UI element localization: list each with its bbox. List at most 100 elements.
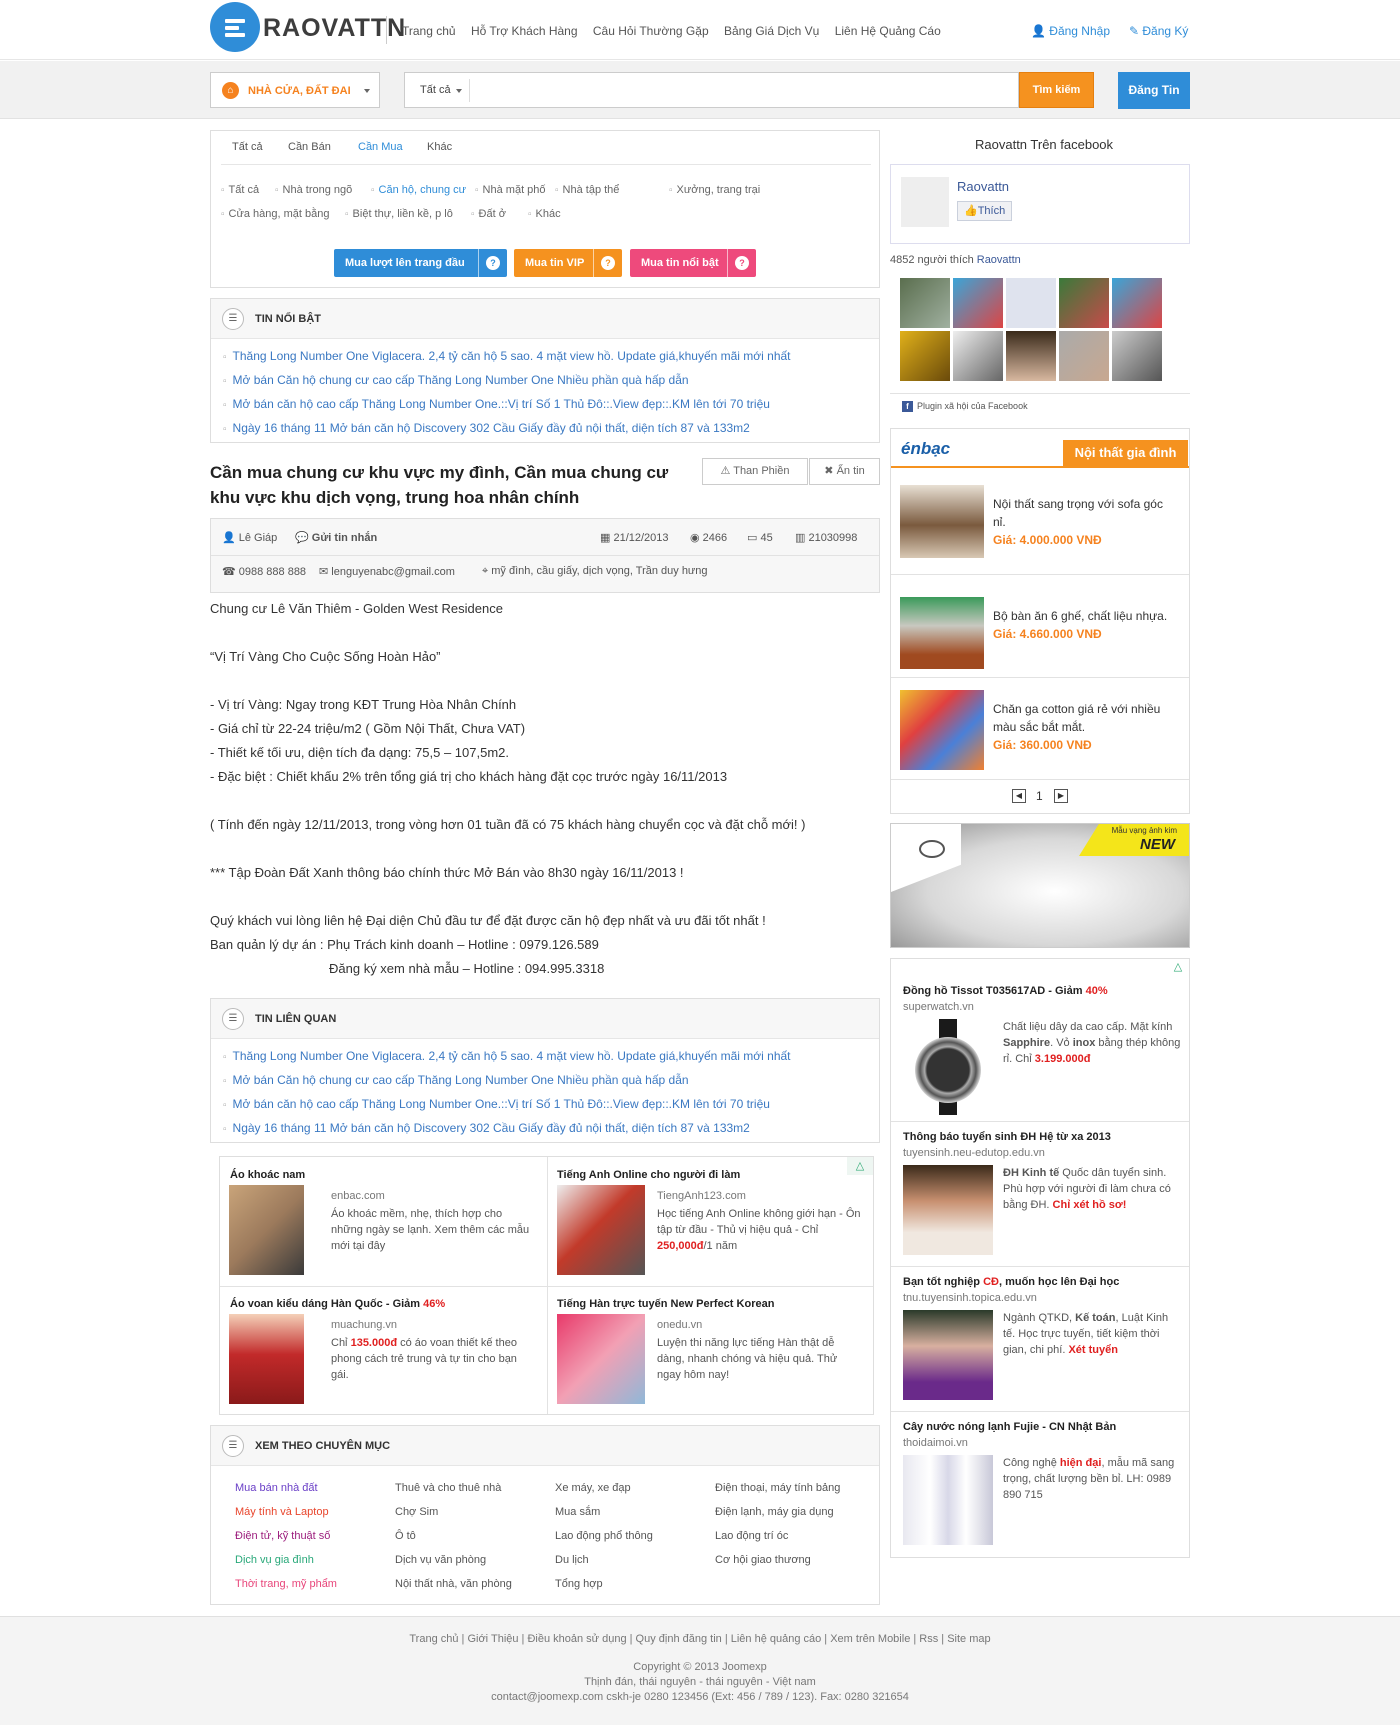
chip-collective[interactable]: Nhà tập thể — [555, 184, 620, 196]
brand-name[interactable]: RAOVATTN — [263, 14, 406, 43]
category-link[interactable]: Cơ hội giao thương — [715, 1554, 811, 1566]
sidebar-ads: △ Đồng hồ Tissot T035617AD - Giảm 40% su… — [890, 958, 1190, 1558]
buy-featured-button[interactable]: Mua tin nổi bật? — [630, 249, 756, 277]
tab-furniture[interactable]: Nội thất gia đình — [1063, 440, 1188, 466]
chip-street-house[interactable]: Nhà mặt phố — [475, 184, 546, 196]
news-link[interactable]: Mở bán Căn hộ chung cư cao cấp Thăng Lon… — [223, 1073, 689, 1087]
fan-avatar[interactable] — [900, 278, 950, 328]
body-text: Đăng ký xem nhà mẫu – Hotline : 094.995.… — [329, 961, 605, 976]
nav-faq[interactable]: Câu Hỏi Thường Gặp — [593, 24, 709, 38]
category-link[interactable]: Dịch vụ văn phòng — [395, 1554, 486, 1566]
author-link[interactable]: 👤 Lê Giáp — [222, 531, 277, 544]
next-page-button[interactable]: ▶ — [1054, 789, 1068, 803]
category-link[interactable]: Mua bán nhà đất — [235, 1482, 318, 1494]
category-link[interactable]: Lao động trí óc — [715, 1530, 788, 1542]
email[interactable]: ✉ lenguyenabc@gmail.com — [319, 565, 455, 578]
chip-land[interactable]: Đất ở — [471, 208, 506, 220]
fan-avatar[interactable] — [1059, 278, 1109, 328]
category-link[interactable]: Xe máy, xe đạp — [555, 1482, 631, 1494]
fan-avatar[interactable] — [1112, 331, 1162, 381]
category-link[interactable]: Dịch vụ gia đình — [235, 1554, 314, 1566]
chip-other[interactable]: Khác — [528, 208, 561, 220]
category-link[interactable]: Tổng hợp — [555, 1578, 603, 1590]
news-link[interactable]: Ngày 16 tháng 11 Mở bán căn hộ Discovery… — [223, 421, 750, 435]
login-link[interactable]: 👤 Đăng Nhập — [1031, 24, 1110, 38]
fan-avatar[interactable] — [953, 278, 1003, 328]
fan-avatar[interactable] — [1006, 331, 1056, 381]
category-link[interactable]: Chợ Sim — [395, 1506, 438, 1518]
news-link[interactable]: Mở bán Căn hộ chung cư cao cấp Thăng Lon… — [223, 373, 689, 387]
category-link[interactable]: Mua sắm — [555, 1506, 600, 1518]
page-avatar — [901, 177, 949, 227]
category-link[interactable]: Thuê và cho thuê nhà — [395, 1482, 501, 1494]
fan-avatar[interactable] — [1112, 278, 1162, 328]
register-link[interactable]: ✎ Đăng Ký — [1129, 24, 1188, 38]
buy-top-button[interactable]: Mua lượt lên trang đầu? — [334, 249, 507, 277]
category-browser: ☰ XEM THEO CHUYÊN MỤC Mua bán nhà đất Máy… — [210, 1425, 880, 1605]
footer-links[interactable]: Trang chủ | Giới Thiệu | Điều khoản sử d… — [0, 1633, 1400, 1645]
category-link[interactable]: Điện lạnh, máy gia dụng — [715, 1506, 834, 1518]
tab-sell[interactable]: Cần Bán — [288, 141, 331, 153]
category-link[interactable]: Lao động phổ thông — [555, 1530, 653, 1542]
category-link[interactable]: Ô tô — [395, 1530, 416, 1542]
divider — [469, 79, 470, 102]
category-link[interactable]: Thời trang, mỹ phẩm — [235, 1578, 337, 1590]
category-link[interactable]: Điện thoại, máy tính bảng — [715, 1482, 840, 1494]
chip-alley-house[interactable]: Nhà trong ngõ — [275, 184, 353, 196]
nav-pricing[interactable]: Bảng Giá Dịch Vụ — [724, 24, 819, 38]
calendar-icon: ▦ — [600, 532, 614, 544]
list-icon: ☰ — [222, 308, 244, 330]
category-select[interactable]: ⌂ NHÀ CỬA, ĐẤT ĐAI — [210, 72, 380, 108]
news-link[interactable]: Mở bán căn hộ cao cấp Thăng Long Number … — [223, 397, 770, 411]
category-link[interactable]: Du lịch — [555, 1554, 589, 1566]
tab-buy[interactable]: Cần Mua — [358, 141, 403, 153]
divider — [891, 574, 1189, 575]
fan-avatar[interactable] — [1006, 278, 1056, 328]
chevron-down-icon — [456, 89, 462, 93]
search-button[interactable]: Tìm kiếm — [1019, 72, 1094, 108]
thumbs-up-icon: 👍 — [964, 205, 978, 217]
news-link[interactable]: Ngày 16 tháng 11 Mở bán căn hộ Discovery… — [223, 1121, 750, 1135]
logo-icon[interactable] — [210, 2, 260, 52]
scope-select[interactable]: Tất cả — [420, 84, 451, 96]
tab-all[interactable]: Tất cả — [232, 141, 263, 153]
category-link[interactable]: Máy tính và Laptop — [235, 1506, 329, 1518]
post-meta: 👤 Lê Giáp 💬 Gửi tin nhắn ▦ 21/12/2013 ◉ … — [210, 518, 880, 593]
adchoices-icon[interactable]: △ — [1167, 959, 1189, 975]
tab-other[interactable]: Khác — [427, 141, 452, 153]
chip-shop[interactable]: Cửa hàng, mặt bằng — [221, 208, 330, 220]
fan-avatar[interactable] — [1059, 331, 1109, 381]
news-link[interactable]: Thăng Long Number One Viglacera. 2,4 tỷ … — [223, 1049, 791, 1063]
fan-avatar[interactable] — [953, 331, 1003, 381]
complain-button[interactable]: ⚠ Than Phiền — [702, 458, 808, 485]
chip-villa[interactable]: Biệt thự, liền kề, p lô — [345, 208, 453, 220]
post-ad-button[interactable]: Đăng Tin — [1118, 72, 1190, 109]
enbac-logo[interactable]: énbạc — [901, 439, 950, 459]
nav-home[interactable]: Trang chủ — [402, 24, 456, 38]
user-icon: 👤 — [222, 532, 239, 544]
category-link[interactable]: Điện tử, kỹ thuật số — [235, 1530, 330, 1542]
fan-avatar[interactable] — [900, 331, 950, 381]
nav-support[interactable]: Hỗ Trợ Khách Hàng — [471, 24, 578, 38]
news-link[interactable]: Thăng Long Number One Viglacera. 2,4 tỷ … — [223, 349, 791, 363]
adchoices-icon[interactable]: △ — [847, 1157, 873, 1175]
chip-farm[interactable]: Xưởng, trang trại — [669, 184, 761, 196]
search-input[interactable]: Tất cả — [404, 72, 1019, 108]
hide-post-button[interactable]: ✖ Ẩn tin — [809, 458, 880, 485]
category-link[interactable]: Nội thất nhà, văn phòng — [395, 1578, 512, 1590]
nav-contact-ads[interactable]: Liên Hệ Quảng Cáo — [835, 24, 941, 38]
like-button[interactable]: 👍Thích — [957, 201, 1013, 221]
facebook-page-link[interactable]: Raovattn — [957, 179, 1009, 194]
prev-page-button[interactable]: ◀ — [1012, 789, 1026, 803]
chip-apartment[interactable]: Căn hộ, chung cư — [371, 184, 466, 196]
help-icon: ? — [735, 256, 749, 270]
chip-all[interactable]: Tất cả — [221, 184, 260, 196]
buy-vip-button[interactable]: Mua tin VIP? — [514, 249, 622, 277]
car-banner-ad[interactable]: Mẫu vạng ảnh kim NEW — [890, 823, 1190, 948]
divider — [727, 249, 728, 277]
news-link[interactable]: Mở bán căn hộ cao cấp Thăng Long Number … — [223, 1097, 770, 1111]
post-title: Cần mua chung cư khu vực my đình, Cần mu… — [210, 463, 669, 507]
send-message-link[interactable]: 💬 Gửi tin nhắn — [295, 531, 377, 544]
copyright: Copyright © 2013 Joomexp — [633, 1661, 767, 1673]
divider — [386, 16, 387, 44]
